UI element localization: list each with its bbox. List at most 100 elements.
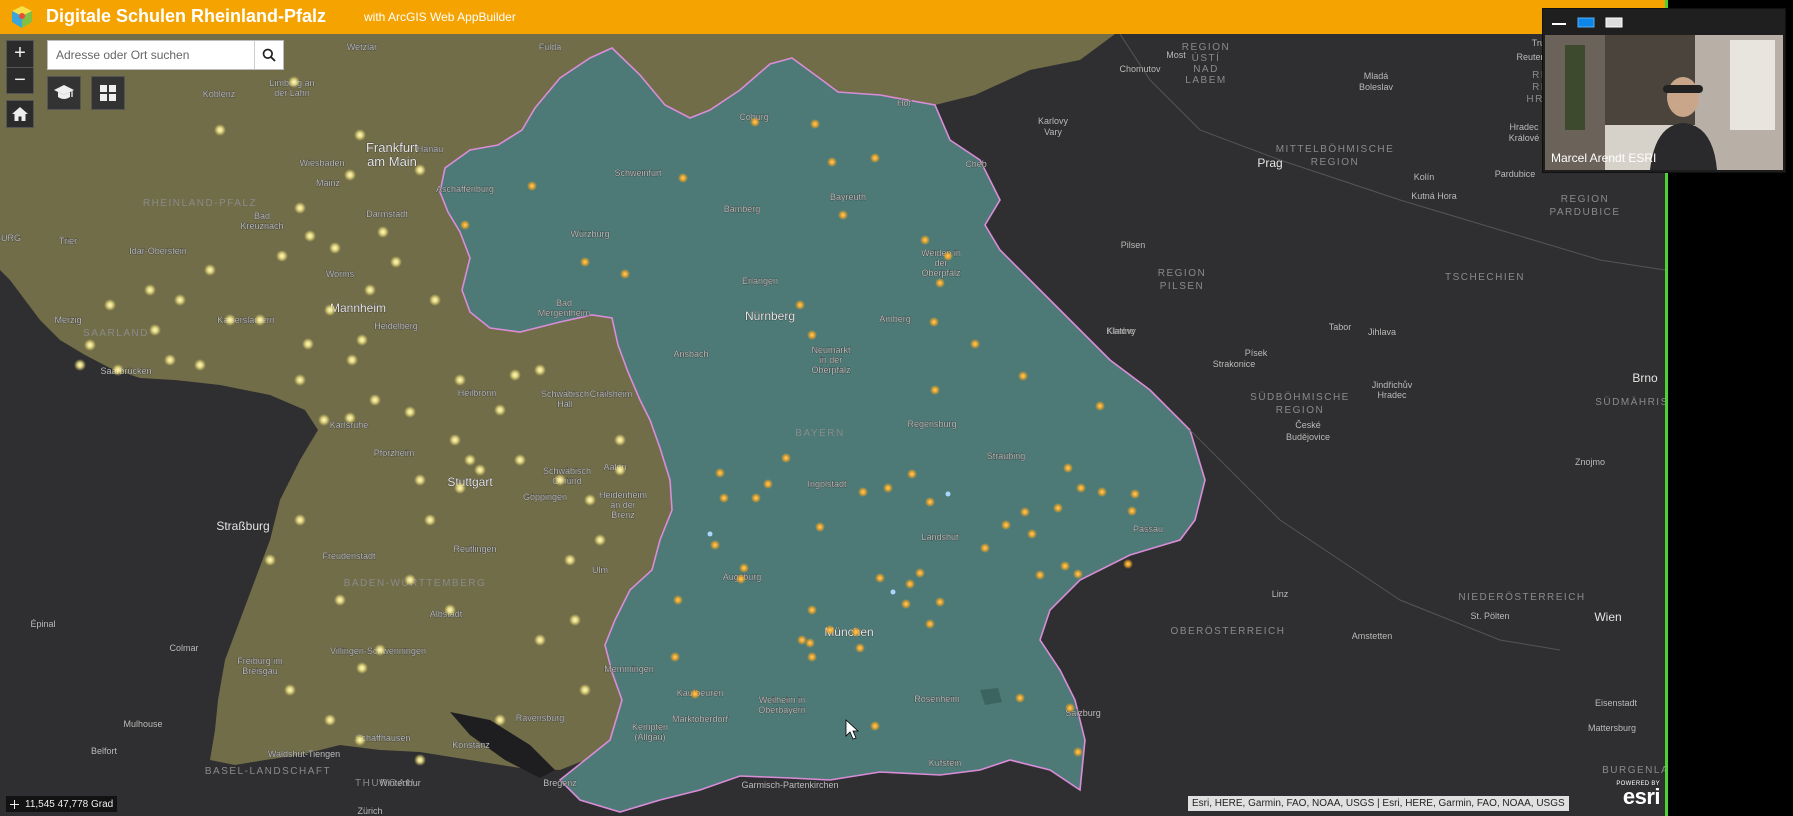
school-point[interactable] [719, 493, 729, 503]
school-point[interactable] [838, 210, 848, 220]
school-point[interactable] [1130, 489, 1140, 499]
school-point[interactable] [569, 614, 581, 626]
school-point[interactable] [1001, 520, 1011, 530]
school-point[interactable] [414, 754, 426, 766]
zoom-in-button[interactable]: + [7, 41, 33, 68]
school-point[interactable] [364, 284, 376, 296]
school-point[interactable] [334, 594, 346, 606]
about-widget-button[interactable] [47, 76, 81, 110]
school-point[interactable] [374, 644, 386, 656]
school-point[interactable] [377, 226, 389, 238]
school-point[interactable] [324, 304, 336, 316]
school-point[interactable] [1073, 747, 1083, 757]
school-point-highlight[interactable] [707, 531, 713, 537]
school-point[interactable] [224, 314, 236, 326]
school-point[interactable] [883, 483, 893, 493]
school-point[interactable] [288, 76, 300, 88]
school-point[interactable] [736, 574, 746, 584]
school-point[interactable] [460, 220, 470, 230]
school-point[interactable] [807, 330, 817, 340]
school-point[interactable] [870, 153, 880, 163]
coordinate-readout[interactable]: 11,545 47,778 Grad [6, 796, 118, 812]
school-point[interactable] [580, 257, 590, 267]
school-point[interactable] [294, 514, 306, 526]
school-point[interactable] [194, 359, 206, 371]
school-point[interactable] [710, 540, 720, 550]
school-point[interactable] [344, 169, 356, 181]
school-point[interactable] [454, 482, 466, 494]
school-point[interactable] [424, 514, 436, 526]
school-point[interactable] [943, 251, 953, 261]
school-point[interactable] [554, 474, 566, 486]
school-point[interactable] [858, 487, 868, 497]
school-point[interactable] [855, 643, 865, 653]
school-point[interactable] [980, 543, 990, 553]
school-point[interactable] [1018, 371, 1028, 381]
search-input[interactable] [48, 41, 254, 69]
home-button[interactable] [6, 100, 34, 128]
widget-launcher-button[interactable] [91, 76, 125, 110]
school-point[interactable] [815, 522, 825, 532]
school-point[interactable] [390, 256, 402, 268]
search-button[interactable] [254, 41, 283, 69]
school-point[interactable] [464, 454, 476, 466]
school-point[interactable] [174, 294, 186, 306]
school-point[interactable] [264, 554, 276, 566]
school-point[interactable] [404, 574, 416, 586]
school-point[interactable] [807, 652, 817, 662]
school-point[interactable] [304, 230, 316, 242]
school-point[interactable] [925, 497, 935, 507]
school-point[interactable] [751, 493, 761, 503]
minimize-icon[interactable] [1551, 17, 1567, 27]
school-point[interactable] [354, 129, 366, 141]
school-point[interactable] [356, 334, 368, 346]
school-point[interactable] [144, 284, 156, 296]
school-point[interactable] [763, 479, 773, 489]
school-point[interactable] [925, 619, 935, 629]
school-point[interactable] [564, 554, 576, 566]
school-point[interactable] [1073, 569, 1083, 579]
school-point[interactable] [474, 464, 486, 476]
school-point[interactable] [614, 434, 626, 446]
school-point[interactable] [284, 684, 296, 696]
school-point[interactable] [414, 474, 426, 486]
school-point[interactable] [414, 164, 426, 176]
basemap-svg[interactable]: RHEINLAND-PFALZSAARLANDBADEN-WÜRTTEMBERG… [0, 33, 1665, 816]
school-point[interactable] [781, 453, 791, 463]
school-point[interactable] [915, 568, 925, 578]
school-point[interactable] [356, 662, 368, 674]
school-point[interactable] [907, 469, 917, 479]
school-point[interactable] [1097, 487, 1107, 497]
school-point[interactable] [827, 157, 837, 167]
school-point[interactable] [673, 595, 683, 605]
school-point[interactable] [104, 299, 116, 311]
school-point[interactable] [1076, 483, 1086, 493]
side-by-side-icon[interactable] [1577, 17, 1595, 28]
school-point[interactable] [594, 534, 606, 546]
school-point[interactable] [1027, 529, 1037, 539]
school-point[interactable] [527, 181, 537, 191]
school-point[interactable] [970, 339, 980, 349]
school-point[interactable] [449, 434, 461, 446]
esri-logo[interactable]: POWERED BY esri [1608, 781, 1660, 811]
school-point[interactable] [429, 294, 441, 306]
school-point[interactable] [164, 354, 176, 366]
school-point[interactable] [920, 235, 930, 245]
school-point[interactable] [324, 714, 336, 726]
school-point[interactable] [149, 324, 161, 336]
school-point[interactable] [294, 202, 306, 214]
school-point[interactable] [715, 468, 725, 478]
school-point[interactable] [670, 652, 680, 662]
fullscreen-icon[interactable] [1605, 17, 1623, 28]
zoom-out-button[interactable]: − [7, 68, 33, 94]
school-point[interactable] [1095, 401, 1105, 411]
school-point[interactable] [404, 406, 416, 418]
school-point[interactable] [750, 117, 760, 127]
school-point[interactable] [795, 300, 805, 310]
school-point[interactable] [1020, 507, 1030, 517]
school-point-highlight[interactable] [945, 491, 951, 497]
school-point[interactable] [254, 314, 266, 326]
school-point[interactable] [935, 278, 945, 288]
school-point[interactable] [584, 494, 596, 506]
school-point[interactable] [929, 317, 939, 327]
